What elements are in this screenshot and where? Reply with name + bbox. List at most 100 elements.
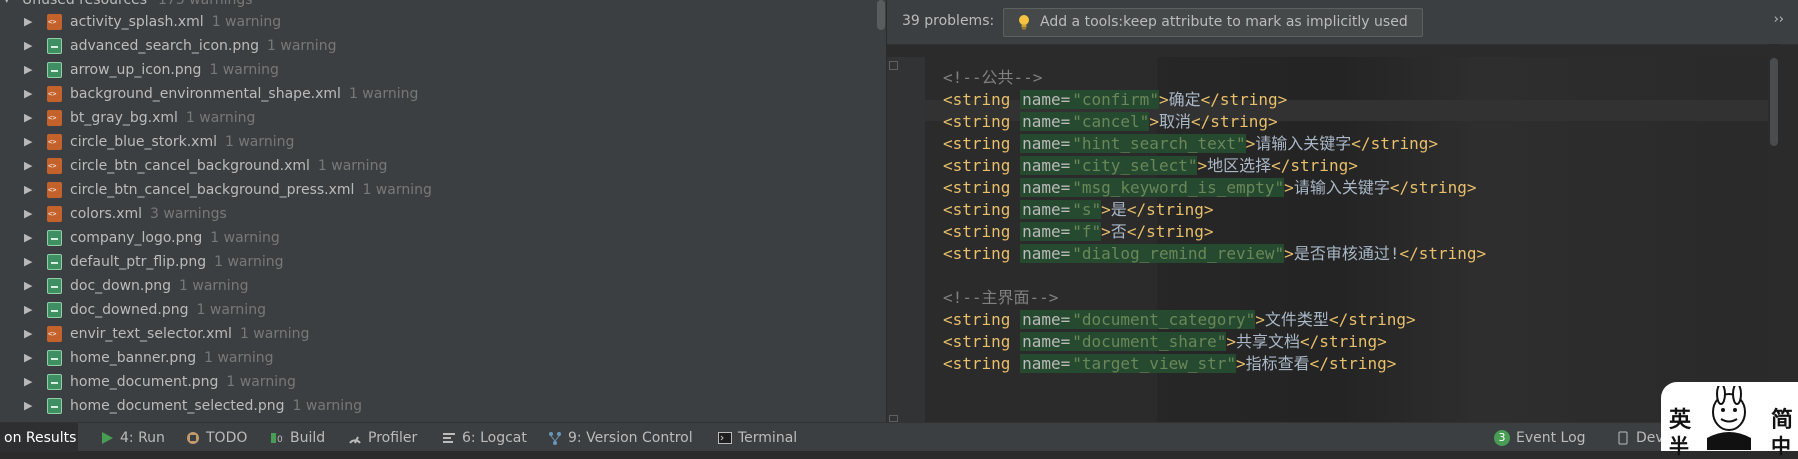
code-line[interactable]: <string name= "document_share">共享文档</stri… [943, 331, 1387, 353]
svg-text:01: 01 [277, 435, 284, 445]
xml-tag-close: </string> [1200, 90, 1288, 109]
expand-arrow-icon[interactable]: ▶ [24, 274, 32, 298]
resource-tree-item[interactable]: ▶ bt_gray_bg.xml 1 warning [0, 106, 876, 130]
expand-arrow-icon[interactable]: ▶ [24, 298, 32, 322]
tab-label: 9: Version Control [568, 429, 693, 446]
code-line[interactable]: <string name= "f">否</string> [943, 221, 1214, 243]
resource-warning-count: 1 warning [226, 374, 296, 390]
tree-header-unused-resources[interactable]: ▾ Unused resources 175 warnings [0, 0, 876, 10]
code-line[interactable]: <string name= "confirm">确定</string> [943, 89, 1287, 111]
tab-device-file-explorer[interactable]: Dev [1616, 423, 1664, 452]
expand-arrow-icon[interactable]: ▶ [24, 58, 32, 82]
resource-tree-item[interactable]: ▶ doc_down.png 1 warning [0, 274, 876, 298]
tab-profiler[interactable]: Profiler [348, 423, 417, 452]
tab-logcat[interactable]: 6: Logcat [442, 423, 527, 452]
tab-terminal[interactable]: Terminal [718, 423, 797, 452]
code-line[interactable]: <!--主界面--> [943, 287, 1058, 309]
expand-arrow-icon[interactable]: ▶ [24, 250, 32, 274]
xml-tag-close: </string> [1190, 112, 1278, 131]
xml-tag-open: <string [943, 90, 1021, 109]
string-resource-text: 请输入关键字 [1255, 134, 1352, 153]
png-file-icon [47, 230, 62, 246]
xml-tag-close: </string> [1389, 178, 1477, 197]
string-resource-text: 共享文档 [1236, 332, 1301, 351]
resource-tree-item[interactable]: ▶ home_document_selected.png 1 warning [0, 394, 876, 418]
left-scroll-thumb[interactable] [877, 0, 885, 30]
code-line[interactable]: <string name= "msg_keyword_is_empty">请输入关… [943, 177, 1477, 199]
expand-arrow-icon[interactable]: ▶ [24, 106, 32, 130]
resource-tree-item[interactable]: ▶ arrow_up_icon.png 1 warning [0, 58, 876, 82]
editor-scroll-thumb[interactable] [1770, 58, 1778, 146]
resource-tree-item[interactable]: ▶ activity_splash.xml 1 warning [0, 10, 876, 34]
tab-label: Build [290, 429, 326, 446]
resource-tree-item[interactable]: ▶ circle_btn_cancel_background.xml 1 warni… [0, 154, 876, 178]
resource-file-name: circle_btn_cancel_background_press.xml 1 … [70, 178, 432, 202]
resource-tree-item[interactable]: ▶ home_banner.png 1 warning [0, 346, 876, 370]
fold-marker-icon[interactable] [889, 415, 898, 422]
expand-arrow-icon[interactable]: ▶ [24, 394, 32, 418]
xml-file-icon [47, 14, 62, 30]
xml-file-icon [47, 158, 62, 174]
xml-tag-close: </string> [1300, 332, 1387, 351]
resource-tree-item[interactable]: ▶ advanced_search_icon.png 1 warning [0, 34, 876, 58]
expand-arrow-icon[interactable]: ▶ [24, 10, 32, 34]
code-line[interactable]: <string name= "target_view_str">指标查看</str… [943, 353, 1396, 375]
expand-arrow-icon[interactable]: ▶ [24, 202, 32, 226]
code-line[interactable]: <string name= "s">是</string> [943, 199, 1214, 221]
tab-todo[interactable]: TODO [186, 423, 247, 452]
resource-file-name: circle_blue_stork.xml 1 warning [70, 130, 294, 154]
resource-tree-item[interactable]: ▶ colors.xml 3 warnings [0, 202, 876, 226]
expand-arrow-icon[interactable]: ▶ [24, 154, 32, 178]
xml-file-icon [47, 326, 62, 342]
string-resource-text: 取消 [1158, 112, 1191, 131]
tab-version-control[interactable]: 9: Version Control [548, 423, 693, 452]
resource-tree-item[interactable]: ▶ doc_downed.png 1 warning [0, 298, 876, 322]
device-icon [1618, 431, 1628, 444]
collapse-arrow-icon[interactable]: ▾ [4, 0, 10, 10]
xml-attr-name: name= [1020, 310, 1073, 329]
code-editor[interactable]: <!--公共--> <string name= "confirm">确定</stri… [887, 57, 1780, 422]
expand-arrow-icon[interactable]: ▶ [24, 82, 32, 106]
resource-tree-item[interactable]: ▶ company_logo.png 1 warning [0, 226, 876, 250]
xml-quote: " [1072, 90, 1082, 109]
resource-file-label: advanced_search_icon.png [70, 38, 260, 54]
expand-arrow-icon[interactable]: ▶ [24, 322, 32, 346]
expand-arrow-icon[interactable]: ▶ [24, 226, 32, 250]
xml-attr-value: hint_search_text [1081, 134, 1236, 153]
expand-arrow-icon[interactable]: ▶ [24, 178, 32, 202]
resource-file-name: home_document_selected.png 1 warning [70, 394, 362, 418]
expand-arrow-icon[interactable]: ▶ [24, 130, 32, 154]
expand-arrow-icon[interactable]: ▶ [24, 346, 32, 370]
resource-tree-item[interactable]: ▶ circle_blue_stork.xml 1 warning [0, 130, 876, 154]
fold-marker-icon[interactable] [889, 61, 898, 70]
problems-toolbar: 39 problems: Add a tools:keep attribute … [887, 0, 1798, 45]
bottom-tool-window-bar: on Results 4: Run TODO 01 Build Profiler… [0, 422, 1798, 452]
resource-tree-item[interactable]: ▶ home_document.png 1 warning [0, 370, 876, 394]
code-line[interactable]: <string name= "city_select">地区选择</string> [943, 155, 1358, 177]
resource-warning-count: 1 warning [214, 254, 284, 270]
tab-build[interactable]: 01 Build [270, 423, 325, 452]
png-file-icon [47, 302, 62, 318]
editor-scrollbar[interactable] [1768, 44, 1780, 422]
expand-arrow-icon[interactable]: ▶ [24, 370, 32, 394]
resource-file-label: company_logo.png [70, 230, 203, 246]
tab-event-log[interactable]: 3 Event Log [1494, 423, 1586, 452]
tab-run[interactable]: 4: Run [100, 423, 165, 452]
tree-header-count: 175 warnings [158, 0, 253, 8]
resource-tree-item[interactable]: ▶ default_ptr_flip.png 1 warning [0, 250, 876, 274]
code-line[interactable]: <string name= "hint_search_text">请输入关键字</… [943, 133, 1438, 155]
resource-tree-item[interactable]: ▶ envir_text_selector.xml 1 warning [0, 322, 876, 346]
code-line[interactable]: <string name= "document_category">文件类型</s… [943, 309, 1416, 331]
xml-quote: " [1072, 354, 1082, 373]
add-tools-keep-button[interactable]: Add a tools:keep attribute to mark as im… [1003, 8, 1423, 37]
expand-arrow-icon[interactable]: ▶ [24, 34, 32, 58]
tab-inspection-results[interactable]: on Results [0, 423, 78, 452]
code-line[interactable]: <string name= "cancel">取消</string> [943, 111, 1278, 133]
left-scrollbar[interactable] [876, 0, 886, 422]
more-chevron-icon[interactable]: ›› [1774, 12, 1784, 27]
resource-tree-item[interactable]: ▶ background_environmental_shape.xml 1 war… [0, 82, 876, 106]
code-line[interactable]: <!--公共--> [943, 67, 1042, 89]
resource-file-label: default_ptr_flip.png [70, 254, 207, 270]
code-line[interactable]: <string name= "dialog_remind_review">是否审核… [943, 243, 1486, 265]
resource-tree-item[interactable]: ▶ circle_btn_cancel_background_press.xml 1… [0, 178, 876, 202]
